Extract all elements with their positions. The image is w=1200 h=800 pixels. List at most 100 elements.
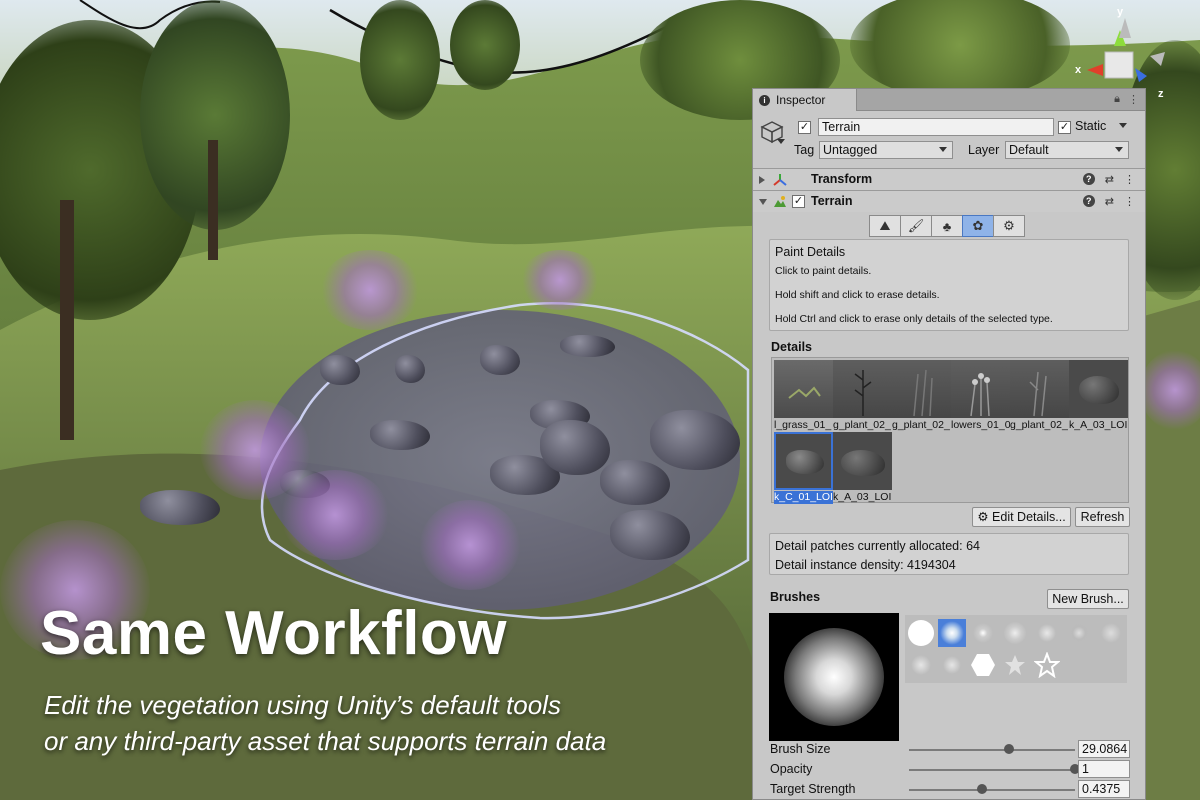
detail-item[interactable]: lowers_01_0: [951, 360, 1010, 432]
info-icon: i: [759, 94, 770, 106]
presets-icon[interactable]: ⇄: [1105, 173, 1114, 186]
rock: [560, 335, 615, 357]
opacity-input[interactable]: 1: [1078, 760, 1130, 778]
detail-item[interactable]: g_plant_02_: [892, 360, 951, 432]
brush-falloff-preview: [784, 628, 884, 726]
terrain-enabled-checkbox[interactable]: ✓: [792, 195, 805, 208]
brush-size-slider-track[interactable]: [909, 749, 1075, 751]
refresh-button[interactable]: Refresh: [1075, 507, 1130, 527]
opacity-slider-track[interactable]: [909, 769, 1075, 771]
target-strength-input[interactable]: 0.4375: [1078, 780, 1130, 798]
help-icon[interactable]: ?: [1082, 195, 1095, 207]
brush-soft-small[interactable]: [969, 619, 997, 647]
foldout-expanded-icon[interactable]: [759, 199, 767, 205]
edit-details-button[interactable]: ⚙ Edit Details...: [972, 507, 1071, 527]
gear-icon: ⚙: [977, 510, 989, 524]
static-dropdown-caret[interactable]: [1119, 123, 1127, 128]
kebab-menu-icon[interactable]: ⋮: [1124, 195, 1135, 208]
kebab-menu-icon[interactable]: ⋮: [1124, 173, 1135, 186]
brush-star-outline[interactable]: [1033, 651, 1061, 679]
terrain-icon: [774, 196, 786, 207]
icon-dropdown-caret[interactable]: [777, 139, 785, 144]
lock-icon[interactable]: 🔒︎: [1114, 93, 1120, 106]
detail-item[interactable]: k_A_03_LOI: [1069, 360, 1128, 432]
terrain-component-header[interactable]: ✓ Terrain ? ⇄ ⋮: [753, 190, 1145, 212]
detail-label: k_A_03_LOI: [833, 491, 892, 503]
flower-patch: [320, 250, 420, 330]
terrain-settings-button[interactable]: ⚙: [993, 215, 1025, 237]
flower-patch: [420, 500, 520, 590]
foldout-collapsed-icon[interactable]: [759, 176, 765, 184]
presets-icon[interactable]: ⇄: [1105, 195, 1114, 208]
tag-label: Tag: [794, 143, 815, 157]
paint-details-line-2: Hold shift and click to erase details.: [775, 289, 940, 301]
target-strength-slider-knob[interactable]: [977, 784, 988, 794]
brush-hexagon[interactable]: [969, 651, 997, 679]
gameobject-header: ✓ Terrain ✓ Static Tag Untagged Layer De…: [753, 113, 1145, 167]
detail-item[interactable]: k_A_03_LOI: [833, 432, 892, 504]
gizmo-x-label: x: [1075, 64, 1082, 76]
tab-inspector-label: Inspector: [776, 93, 826, 107]
static-checkbox[interactable]: ✓: [1058, 121, 1071, 134]
star-outline-icon: [1034, 652, 1060, 678]
headline: Same Workflow: [40, 599, 508, 668]
brush-size-slider-knob[interactable]: [1003, 744, 1014, 754]
create-neighbor-terrains-button[interactable]: ⛰︎: [869, 215, 901, 237]
detail-thumbnail: [951, 360, 1010, 418]
detail-item[interactable]: l_grass_01_: [774, 360, 833, 432]
tree: [450, 0, 520, 90]
detail-thumbnail: [833, 432, 892, 490]
rock: [480, 345, 520, 375]
tree-trunk: [60, 200, 74, 440]
brush-cluster[interactable]: [907, 651, 935, 679]
brush-splatter[interactable]: [1065, 619, 1093, 647]
new-brush-button[interactable]: New Brush...: [1047, 589, 1129, 609]
flower-patch: [520, 250, 600, 310]
brush-star-soft[interactable]: [1001, 651, 1029, 679]
detail-item[interactable]: g_plant_02_: [1010, 360, 1069, 432]
subtitle-line-2: or any third-party asset that supports t…: [44, 726, 607, 756]
layer-dropdown[interactable]: Default: [1005, 141, 1129, 159]
opacity-label: Opacity: [770, 762, 813, 776]
paint-trees-button[interactable]: ♣: [931, 215, 963, 237]
details-section-label: Details: [771, 340, 812, 354]
brush-grunge[interactable]: [1097, 619, 1125, 647]
brush-soft-round-selected[interactable]: [938, 619, 966, 647]
brush-size-input[interactable]: 29.0864: [1078, 740, 1130, 758]
brush-hard-round[interactable]: [907, 619, 935, 647]
paint-details-line-1: Click to paint details.: [775, 265, 872, 277]
transform-title: Transform: [811, 172, 873, 186]
active-checkbox[interactable]: ✓: [798, 121, 811, 134]
gizmo-z-label: z: [1158, 88, 1164, 100]
tag-dropdown[interactable]: Untagged: [819, 141, 953, 159]
detail-item-selected[interactable]: k_C_01_LOI: [774, 432, 833, 504]
menu-icon[interactable]: ⋮: [1128, 93, 1139, 106]
paint-terrain-icon: 🖌︎: [907, 218, 925, 233]
paint-details-button[interactable]: ✿: [962, 215, 994, 237]
detail-label: g_plant_02_: [892, 419, 950, 431]
detail-label: l_grass_01_: [774, 419, 832, 431]
layer-dropdown-value: Default: [1009, 143, 1049, 157]
target-strength-label: Target Strength: [770, 782, 856, 796]
brushes-section-label: Brushes: [770, 590, 821, 604]
brush-dots[interactable]: [938, 651, 966, 679]
brush-noise[interactable]: [1001, 619, 1029, 647]
target-strength-slider-track[interactable]: [909, 789, 1075, 791]
paint-terrain-button[interactable]: 🖌︎: [900, 215, 932, 237]
transform-component-header[interactable]: Transform ? ⇄ ⋮: [753, 168, 1145, 190]
detail-label: lowers_01_0: [951, 419, 1010, 431]
tree-trunk: [208, 140, 218, 260]
flower-patch: [280, 470, 390, 560]
help-icon[interactable]: ?: [1082, 173, 1095, 185]
detail-thumbnail: [774, 360, 833, 418]
chevron-down-icon: [1115, 147, 1123, 152]
neighbor-terrain-icon: ⛰︎: [879, 218, 891, 233]
brush-palette: [905, 615, 1127, 683]
terrain-header-icons: ? ⇄ ⋮: [1082, 195, 1135, 208]
terrain-title: Terrain: [811, 194, 853, 208]
tab-inspector[interactable]: i Inspector: [753, 89, 857, 111]
detail-label: g_plant_02_: [833, 419, 891, 431]
brush-faint[interactable]: [1033, 619, 1061, 647]
detail-item[interactable]: g_plant_02_: [833, 360, 892, 432]
gameobject-name-input[interactable]: Terrain: [818, 118, 1054, 136]
